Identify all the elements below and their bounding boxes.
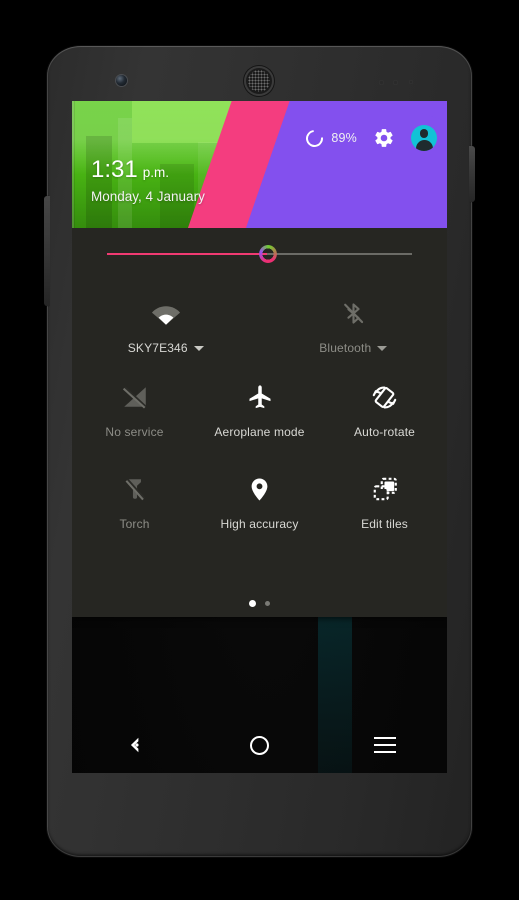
torch-off-icon (122, 472, 148, 506)
tile-row-2: Torch High accuracy Edit tiles (72, 466, 447, 558)
clock-date: Monday, 4 January (91, 189, 205, 204)
wifi-icon (151, 296, 181, 330)
page-dot-active[interactable] (249, 600, 256, 607)
quick-settings-header: 89% 1:31 p.m. Monday, 4 January (72, 101, 447, 228)
tile-aeroplane-mode[interactable]: Aeroplane mode (197, 374, 322, 466)
airplane-icon (246, 380, 274, 414)
tile-label-aeroplane-mode: Aeroplane mode (214, 425, 305, 439)
edit-tiles-icon (371, 472, 399, 506)
gear-icon[interactable] (373, 127, 395, 149)
page-dot[interactable] (265, 601, 270, 606)
page-indicator[interactable] (72, 600, 447, 607)
tile-bluetooth[interactable]: Bluetooth (260, 290, 448, 374)
tile-label-wrapper: Bluetooth (319, 341, 388, 355)
back-icon (130, 737, 139, 753)
chevron-down-icon[interactable] (377, 345, 388, 351)
header-status-row: 89% (302, 125, 437, 151)
tile-label-no-service: No service (105, 425, 164, 439)
auto-rotate-icon (370, 380, 399, 414)
proximity-sensor (379, 80, 384, 85)
navigation-bar (72, 717, 447, 773)
clock-ampm: p.m. (142, 165, 169, 180)
phone-screen: 89% 1:31 p.m. Monday, 4 January SKY7E346… (72, 101, 447, 773)
light-sensor (393, 80, 398, 85)
tile-edit-tiles[interactable]: Edit tiles (322, 466, 447, 558)
quick-settings-panel: 89% 1:31 p.m. Monday, 4 January SKY7E346… (72, 101, 447, 617)
tile-label-torch: Torch (119, 517, 150, 531)
front-camera (116, 75, 127, 86)
battery-percent-label: 89% (331, 131, 357, 145)
tile-row-1: No service Aeroplane mode Auto-rotate (72, 374, 447, 466)
screenshot-root: 89% 1:31 p.m. Monday, 4 January SKY7E346… (0, 0, 519, 900)
tile-label-edit-tiles: Edit tiles (361, 517, 408, 531)
tile-label-bluetooth: Bluetooth (319, 341, 372, 355)
brightness-fill (107, 253, 267, 255)
header-clock: 1:31 p.m. Monday, 4 January (91, 156, 205, 205)
chevron-down-icon[interactable] (193, 345, 204, 351)
brightness-slider[interactable] (72, 228, 447, 280)
tile-label-wrapper: SKY7E346 (128, 341, 204, 355)
tile-no-service[interactable]: No service (72, 374, 197, 466)
signal-off-icon (121, 380, 149, 414)
bluetooth-off-icon (340, 296, 367, 330)
notification-led (409, 80, 413, 84)
menu-icon (373, 736, 396, 754)
home-icon (250, 735, 269, 755)
location-pin-icon (246, 472, 273, 506)
tile-auto-rotate[interactable]: Auto-rotate (322, 374, 447, 466)
battery-ring-icon (302, 126, 327, 150)
tile-label-wifi: SKY7E346 (127, 341, 188, 355)
recents-button[interactable] (355, 725, 415, 765)
brightness-thumb[interactable] (259, 245, 277, 263)
avatar[interactable] (411, 125, 437, 151)
connectivity-tile-row: SKY7E346 Bluetooth (72, 290, 447, 374)
tile-label-high-accuracy: High accuracy (220, 517, 299, 531)
tile-label-auto-rotate: Auto-rotate (353, 425, 416, 439)
tile-torch[interactable]: Torch (72, 466, 197, 558)
tile-high-accuracy[interactable]: High accuracy (197, 466, 322, 558)
back-button[interactable] (105, 725, 165, 765)
tile-wifi[interactable]: SKY7E346 (72, 290, 260, 374)
volume-rocker-button[interactable] (44, 196, 50, 306)
power-button[interactable] (469, 146, 475, 202)
clock-time: 1:31 (91, 156, 138, 183)
earpiece-speaker (244, 66, 274, 96)
home-button[interactable] (230, 725, 290, 765)
